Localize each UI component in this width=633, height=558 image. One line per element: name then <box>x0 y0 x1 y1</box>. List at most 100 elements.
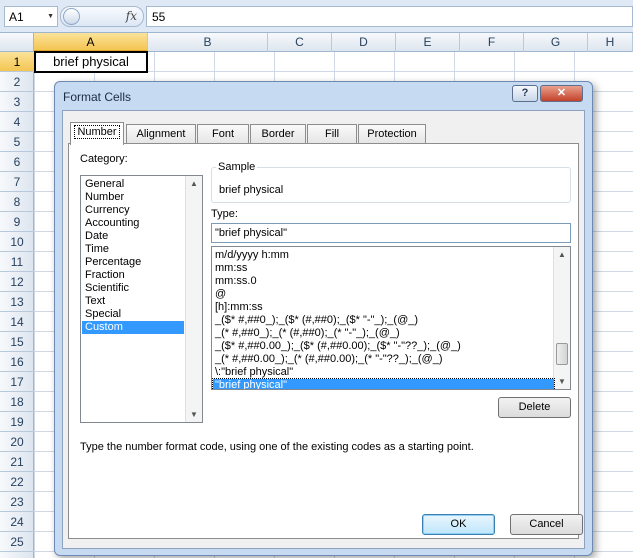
format-code-item[interactable]: [h]:mm:ss <box>213 301 554 314</box>
tab-label: Number <box>74 125 120 139</box>
column-header[interactable]: H <box>588 33 633 52</box>
row-header[interactable]: 18 <box>0 392 34 412</box>
select-all-corner[interactable] <box>0 33 34 52</box>
format-code-item[interactable]: "brief physical" <box>212 378 555 389</box>
row-header[interactable]: 19 <box>0 412 34 432</box>
row-header[interactable]: 22 <box>0 472 34 492</box>
description-text: Type the number format code, using one o… <box>80 441 474 453</box>
format-code-item[interactable]: mm:ss <box>213 262 554 275</box>
row-header[interactable]: 3 <box>0 92 34 112</box>
format-code-item[interactable]: _(* #,##0.00_);_(* (#,##0.00);_(* "-"??_… <box>213 353 554 366</box>
row-header[interactable]: 11 <box>0 252 34 272</box>
category-label: Category: <box>80 153 128 165</box>
row-header[interactable]: 2 <box>0 72 34 92</box>
sample-group: Sample brief physical <box>211 161 571 203</box>
row-header[interactable]: 7 <box>0 172 34 192</box>
format-code-item[interactable]: \:"brief physical" <box>213 366 554 379</box>
category-item[interactable]: Time <box>82 243 184 256</box>
category-item[interactable]: Special <box>82 308 184 321</box>
format-code-item[interactable]: mm:ss.0 <box>213 275 554 288</box>
tab-protection[interactable]: Protection <box>358 124 426 144</box>
formula-bar: A1 ▼ fx 55 <box>0 0 633 33</box>
dialog-titlebar[interactable]: Format Cells ? ✕ <box>55 82 592 110</box>
column-header[interactable]: G <box>524 33 588 52</box>
format-code-item[interactable]: _($* #,##0_);_($* (#,##0);_($* "-"_);_(@… <box>213 314 554 327</box>
category-item[interactable]: General <box>82 178 184 191</box>
category-item[interactable]: Fraction <box>82 269 184 282</box>
format-code-item[interactable]: _(* #,##0_);_(* (#,##0);_(* "-"_);_(@_) <box>213 327 554 340</box>
format-cells-dialog: Format Cells ? ✕ Number Alignment Font B… <box>54 81 593 556</box>
scroll-down-icon[interactable]: ▼ <box>190 410 198 419</box>
row-header[interactable]: 17 <box>0 372 34 392</box>
scroll-up-icon[interactable]: ▲ <box>190 179 198 188</box>
format-code-list[interactable]: ▲ ▼ m/d/yyyy h:mm mm:ss mm:ss.0 @ [h]:mm:ss _… <box>211 246 571 390</box>
expand-handle-icon[interactable] <box>63 8 80 25</box>
category-item[interactable]: Date <box>82 230 184 243</box>
row-header[interactable]: 8 <box>0 192 34 212</box>
scroll-down-icon[interactable]: ▼ <box>558 377 566 386</box>
row-header[interactable]: 5 <box>0 132 34 152</box>
scroll-thumb[interactable] <box>556 343 568 365</box>
category-item[interactable]: Percentage <box>82 256 184 269</box>
row-header[interactable]: 1 <box>0 52 34 72</box>
chevron-down-icon[interactable]: ▼ <box>47 13 54 20</box>
close-icon[interactable]: ✕ <box>540 85 583 102</box>
row-header[interactable]: 23 <box>0 492 34 512</box>
row-header[interactable]: 16 <box>0 352 34 372</box>
active-cell[interactable]: brief physical <box>34 51 148 73</box>
format-scrollbar[interactable]: ▲ ▼ <box>553 247 570 389</box>
column-header[interactable]: A <box>34 33 148 52</box>
name-box[interactable]: A1 ▼ <box>4 6 58 27</box>
row-header[interactable]: 21 <box>0 452 34 472</box>
row-header[interactable]: 15 <box>0 332 34 352</box>
formula-controls: fx <box>60 6 144 27</box>
category-item[interactable]: Text <box>82 295 184 308</box>
insert-function-icon[interactable]: fx <box>126 9 137 23</box>
column-header[interactable]: F <box>460 33 524 52</box>
category-item[interactable]: Number <box>82 191 184 204</box>
category-scrollbar[interactable]: ▲ ▼ <box>185 176 202 422</box>
tab-alignment[interactable]: Alignment <box>126 124 196 144</box>
row-header[interactable]: 24 <box>0 512 34 532</box>
row-header[interactable]: 12 <box>0 272 34 292</box>
scroll-up-icon[interactable]: ▲ <box>558 250 566 259</box>
category-item[interactable]: Accounting <box>82 217 184 230</box>
row-header[interactable]: 13 <box>0 292 34 312</box>
delete-button[interactable]: Delete <box>498 397 571 418</box>
row-headers: 1 2 3 4 5 6 7 8 9 10 11 12 13 14 15 16 17 18 19 20 21 22 23 24 2… <box>0 52 34 558</box>
tab-border[interactable]: Border <box>250 124 306 144</box>
row-header[interactable]: 10 <box>0 232 34 252</box>
row-header[interactable]: 6 <box>0 152 34 172</box>
row-header[interactable]: 4 <box>0 112 34 132</box>
dialog-title: Format Cells <box>63 90 132 104</box>
column-header[interactable]: B <box>148 33 268 52</box>
row-header[interactable]: 14 <box>0 312 34 332</box>
name-box-value: A1 <box>9 10 24 24</box>
tab-number[interactable]: Number <box>70 122 124 145</box>
row-header[interactable]: 9 <box>0 212 34 232</box>
format-code-item[interactable]: @ <box>213 288 554 301</box>
sample-label: Sample <box>216 161 258 173</box>
type-label: Type: <box>211 208 238 220</box>
column-header[interactable]: C <box>268 33 332 52</box>
column-header[interactable]: E <box>396 33 460 52</box>
category-item[interactable]: Custom <box>82 321 184 334</box>
format-code-item[interactable]: _($* #,##0.00_);_($* (#,##0.00);_($* "-"… <box>213 340 554 353</box>
type-input[interactable]: "brief physical" <box>211 223 571 243</box>
tab-fill[interactable]: Fill <box>307 124 357 144</box>
help-icon[interactable]: ? <box>512 85 538 102</box>
category-item[interactable]: Scientific <box>82 282 184 295</box>
tab-font[interactable]: Font <box>197 124 249 144</box>
category-item[interactable]: Currency <box>82 204 184 217</box>
formula-input[interactable]: 55 <box>146 6 633 27</box>
column-header[interactable]: D <box>332 33 396 52</box>
row-header[interactable]: 20 <box>0 432 34 452</box>
number-tab-panel: Category: ▲ ▼ General Number Currency Accou… <box>68 143 579 539</box>
category-list[interactable]: ▲ ▼ General Number Currency Accounting Date T… <box>80 175 203 423</box>
row-header[interactable]: 25 <box>0 532 34 552</box>
cancel-button[interactable]: Cancel <box>510 514 583 535</box>
dialog-body: Number Alignment Font Border Fill Protec… <box>62 110 585 549</box>
format-code-item[interactable]: m/d/yyyy h:mm <box>213 249 554 262</box>
column-headers: A B C D E F G H <box>0 33 633 52</box>
ok-button[interactable]: OK <box>422 514 495 535</box>
